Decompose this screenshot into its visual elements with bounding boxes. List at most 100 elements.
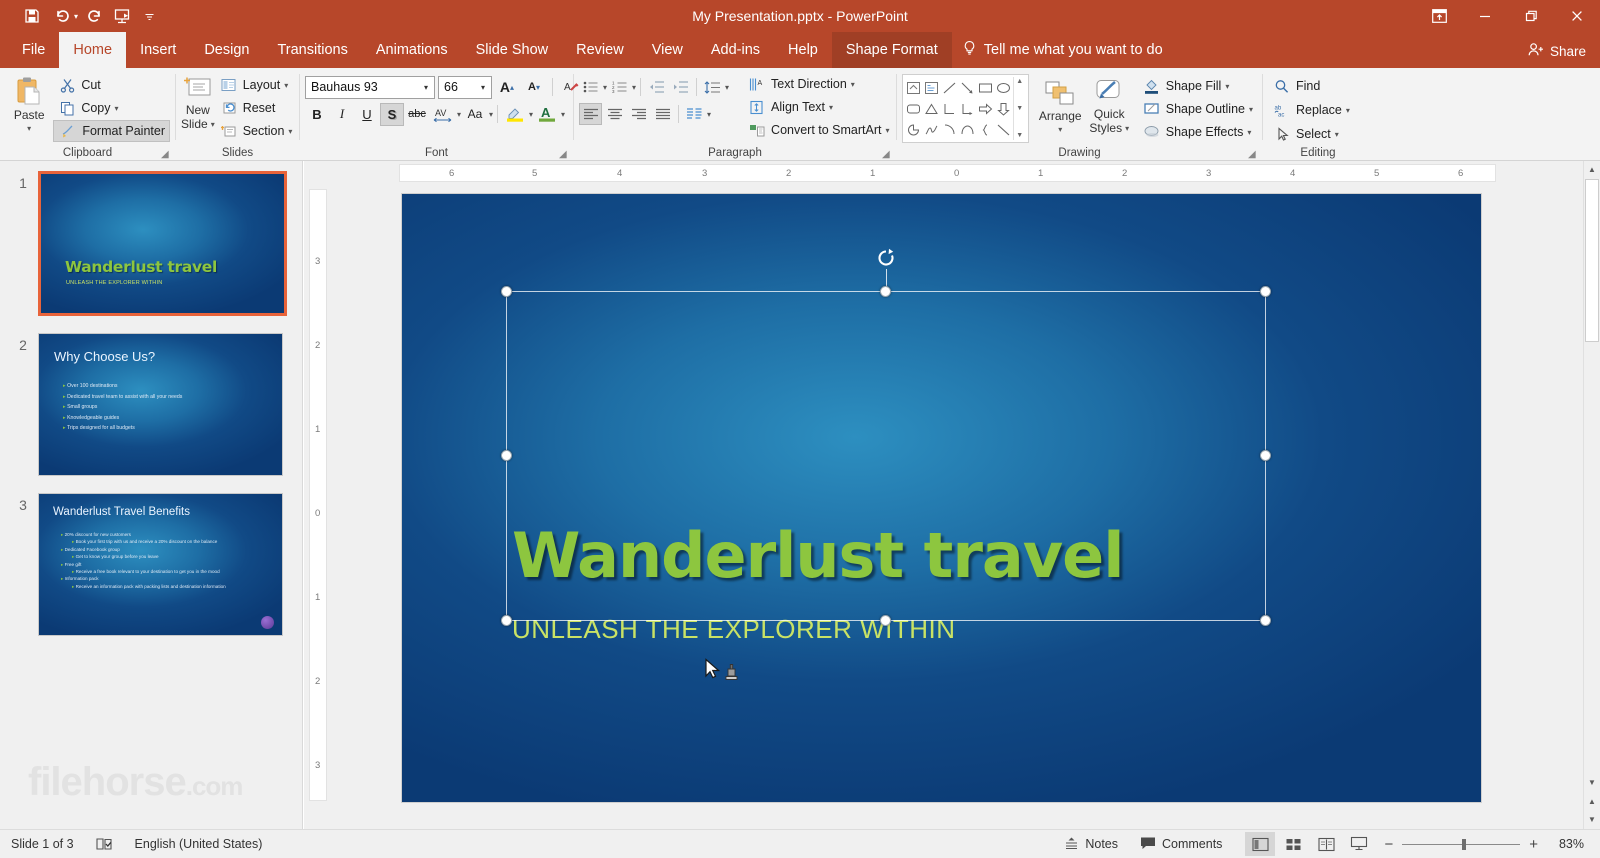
text-direction-button[interactable]: A Text Direction ▾ <box>743 73 893 95</box>
text-highlight-color-button[interactable] <box>502 103 528 126</box>
resize-handle-bottom-left[interactable] <box>501 615 512 626</box>
shape-arrow-icon[interactable] <box>959 77 977 98</box>
quick-styles-dropdown-icon[interactable]: ▾ <box>1125 122 1129 135</box>
text-direction-dropdown-icon[interactable]: ▾ <box>851 80 855 89</box>
shape-textbox-icon[interactable] <box>923 77 941 98</box>
shape-line-2-icon[interactable] <box>995 119 1013 140</box>
reset-button[interactable]: Reset <box>215 97 297 119</box>
bullets-dropdown-icon[interactable]: ▾ <box>603 83 607 92</box>
shapes-scroll-up-icon[interactable]: ▲ <box>1014 78 1026 85</box>
justify-button[interactable] <box>651 103 674 125</box>
bullets-button[interactable] <box>579 76 602 98</box>
undo-dropdown-icon[interactable]: ▾ <box>74 12 78 21</box>
zoom-knob[interactable] <box>1462 838 1467 850</box>
clipboard-dialog-launcher[interactable]: ◢ <box>161 149 172 160</box>
increase-indent-button[interactable] <box>669 76 692 98</box>
decrease-font-size-button[interactable]: A ▾ <box>522 76 546 99</box>
shape-down-arrow-icon[interactable] <box>995 98 1013 119</box>
font-color-dropdown-icon[interactable]: ▾ <box>561 110 565 119</box>
shape-effects-dropdown-icon[interactable]: ▾ <box>1247 128 1251 137</box>
convert-to-smartart-dropdown-icon[interactable]: ▾ <box>886 126 890 135</box>
comments-button[interactable]: Comments <box>1129 830 1233 858</box>
format-painter-button[interactable]: Format Painter <box>53 120 170 142</box>
vertical-scrollbar[interactable]: ▲ ▼ ▲ ▼ <box>1583 161 1600 829</box>
font-size-dropdown-icon[interactable]: ▾ <box>477 83 489 92</box>
redo-icon[interactable] <box>80 3 108 29</box>
resize-handle-middle-right[interactable] <box>1260 450 1271 461</box>
shape-elbow-connector-icon[interactable] <box>959 98 977 119</box>
slideshow-view-button[interactable] <box>1344 832 1374 856</box>
shape-fill-dropdown-icon[interactable]: ▾ <box>1225 82 1229 91</box>
underline-button[interactable]: U <box>355 103 379 126</box>
font-size-combo[interactable]: 66 ▾ <box>438 75 492 99</box>
change-case-dropdown-icon[interactable]: ▾ <box>489 110 493 119</box>
shape-outline-button[interactable]: Shape Outline ▾ <box>1138 98 1257 120</box>
arrange-dropdown-icon[interactable]: ▾ <box>1058 123 1062 136</box>
numbering-dropdown-icon[interactable]: ▾ <box>632 83 636 92</box>
character-spacing-button[interactable]: AV <box>430 103 456 126</box>
slideshow-icon[interactable] <box>110 3 138 29</box>
bold-button[interactable]: B <box>305 103 329 126</box>
slide-indicator[interactable]: Slide 1 of 3 <box>0 830 85 858</box>
section-dropdown-icon[interactable]: ▾ <box>288 127 292 136</box>
ribbon-display-options-icon[interactable] <box>1416 0 1462 32</box>
thumbnail-slide-3[interactable]: 3 Wanderlust Travel Benefits ▸ 20% disco… <box>8 493 283 636</box>
tab-review[interactable]: Review <box>562 32 638 68</box>
select-dropdown-icon[interactable]: ▾ <box>1335 130 1339 139</box>
shape-right-arrow-icon[interactable] <box>977 98 995 119</box>
shape-line-icon[interactable] <box>941 77 959 98</box>
previous-slide-icon[interactable]: ▲ <box>1584 793 1600 810</box>
font-color-button[interactable]: A <box>534 103 560 126</box>
vertical-ruler[interactable]: 3 2 1 0 1 2 3 <box>309 189 327 801</box>
zoom-level[interactable]: 83% <box>1548 830 1600 858</box>
shapes-gallery-scroll[interactable]: ▲ ▼ ▼ <box>1012 77 1026 140</box>
scroll-down-icon[interactable]: ▼ <box>1584 774 1600 791</box>
scrollbar-thumb[interactable] <box>1585 179 1599 342</box>
share-button[interactable]: Share <box>1528 42 1586 60</box>
resize-handle-bottom-center[interactable] <box>880 615 891 626</box>
section-button[interactable]: Section ▾ <box>215 120 297 142</box>
slide-thumbnail-pane[interactable]: 1 Wanderlust travel UNLEASH THE EXPLORER… <box>0 161 303 829</box>
font-dialog-launcher[interactable]: ◢ <box>559 149 570 160</box>
tab-view[interactable]: View <box>638 32 697 68</box>
text-shadow-button[interactable]: S <box>380 102 404 126</box>
cut-button[interactable]: Cut <box>53 74 170 96</box>
zoom-track[interactable] <box>1402 838 1521 850</box>
shape-oval-icon[interactable] <box>995 77 1013 98</box>
thumbnail-preview-1[interactable]: Wanderlust travel UNLEASH THE EXPLORER W… <box>38 171 287 316</box>
shape-effects-button[interactable]: Shape Effects ▾ <box>1138 121 1257 143</box>
copy-dropdown-icon[interactable]: ▾ <box>115 104 119 113</box>
shape-triangle-icon[interactable] <box>923 98 941 119</box>
minimize-icon[interactable] <box>1462 0 1508 32</box>
shape-pie-icon[interactable] <box>905 119 923 140</box>
scroll-up-icon[interactable]: ▲ <box>1584 161 1600 178</box>
arrange-button[interactable]: Arrange ▾ <box>1036 74 1085 136</box>
shapes-gallery[interactable]: ▲ ▼ ▼ <box>902 74 1029 143</box>
columns-dropdown-icon[interactable]: ▾ <box>707 110 711 119</box>
convert-to-smartart-button[interactable]: Convert to SmartArt ▾ <box>743 119 893 141</box>
tab-add-ins[interactable]: Add-ins <box>697 32 774 68</box>
text-highlight-dropdown-icon[interactable]: ▾ <box>529 110 533 119</box>
thumbnail-preview-3[interactable]: Wanderlust Travel Benefits ▸ 20% discoun… <box>38 493 283 636</box>
replace-dropdown-icon[interactable]: ▾ <box>1346 106 1350 115</box>
tab-slide-show[interactable]: Slide Show <box>462 32 563 68</box>
resize-handle-middle-left[interactable] <box>501 450 512 461</box>
resize-handle-top-center[interactable] <box>880 286 891 297</box>
customize-quick-access-icon[interactable] <box>140 3 158 29</box>
slide-sorter-view-button[interactable] <box>1278 832 1308 856</box>
tab-animations[interactable]: Animations <box>362 32 462 68</box>
zoom-slider[interactable]: − + <box>1374 836 1548 853</box>
replace-button[interactable]: ab ac Replace ▾ <box>1268 99 1354 121</box>
paste-dropdown-icon[interactable]: ▾ <box>27 122 31 135</box>
save-icon[interactable] <box>18 3 46 29</box>
notes-button[interactable]: Notes <box>1053 830 1129 858</box>
character-spacing-dropdown-icon[interactable]: ▾ <box>457 110 461 119</box>
shape-outline-dropdown-icon[interactable]: ▾ <box>1249 105 1253 114</box>
align-center-button[interactable] <box>603 103 626 125</box>
select-button[interactable]: Select ▾ <box>1268 123 1354 145</box>
quick-styles-button[interactable]: Quick Styles ▾ <box>1085 74 1134 135</box>
accessibility-checker-button[interactable] <box>85 830 124 858</box>
resize-handle-top-right[interactable] <box>1260 286 1271 297</box>
shape-brace-icon[interactable] <box>977 119 995 140</box>
tab-design[interactable]: Design <box>190 32 263 68</box>
